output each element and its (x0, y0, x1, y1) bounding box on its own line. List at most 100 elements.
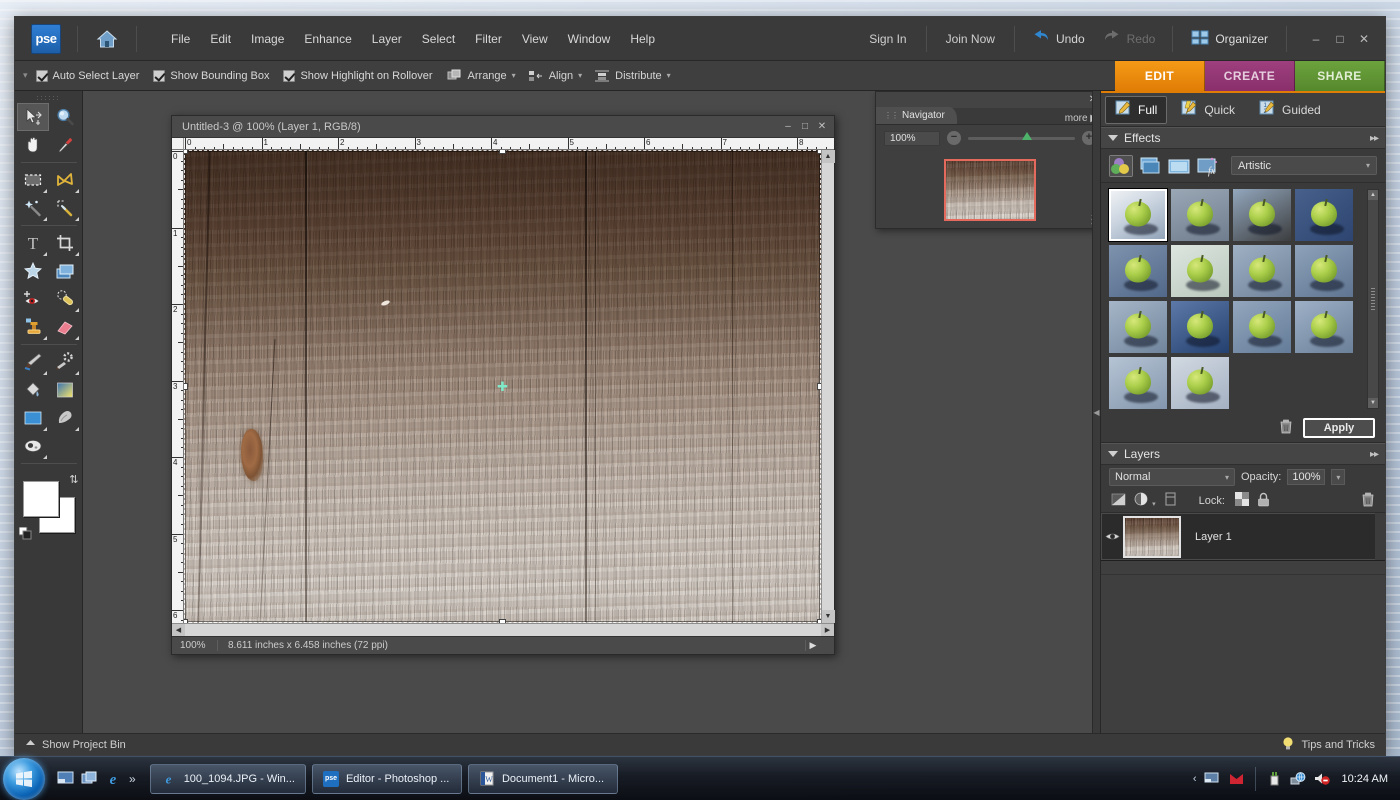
photo-effects-icon[interactable] (1167, 155, 1191, 177)
foreground-color-swatch[interactable] (22, 481, 59, 517)
gradient-tool[interactable] (49, 376, 81, 404)
default-colors-icon[interactable] (18, 526, 32, 543)
effect-thumbnail[interactable] (1171, 245, 1229, 297)
lock-all-icon[interactable] (1257, 492, 1270, 510)
menu-filter[interactable]: Filter (465, 26, 512, 52)
close-icon[interactable]: ✕ (1086, 94, 1092, 106)
smudge-tool[interactable] (49, 404, 81, 432)
effect-thumbnail[interactable] (1171, 301, 1229, 353)
type-tool[interactable]: T (17, 229, 49, 257)
undo-button[interactable]: Undo (1023, 25, 1094, 52)
align-menu[interactable]: Align ▾ (528, 69, 582, 83)
add-layer-mask-icon[interactable] (1111, 493, 1126, 509)
close-button[interactable]: ✕ (1353, 29, 1375, 49)
bbox-handle[interactable] (817, 619, 821, 623)
smart-brush-tool[interactable] (49, 348, 81, 376)
quick-launch-chevron[interactable]: » (129, 772, 136, 786)
fx-icon[interactable]: fx (1196, 155, 1220, 177)
effect-thumbnail[interactable] (1109, 301, 1167, 353)
scrollbar-thumb[interactable] (1371, 288, 1375, 310)
show-desktop-icon[interactable] (55, 769, 75, 789)
taskbar-button-word[interactable]: W Document1 - Micro... (467, 763, 618, 794)
effect-thumbnail[interactable] (1295, 189, 1353, 241)
navigator-more-button[interactable]: more ▶ (1065, 113, 1092, 124)
scroll-down-arrow[interactable]: ▼ (821, 610, 835, 623)
layers-panel-header[interactable]: Layers ▸▸ (1101, 443, 1385, 465)
shape-tool[interactable] (17, 404, 49, 432)
adjustment-layer-icon[interactable]: ▾ (1134, 492, 1156, 509)
edit-mode-quick[interactable]: Quick (1171, 96, 1245, 124)
collapse-triangle-icon[interactable] (1108, 135, 1118, 141)
zoom-tool[interactable] (49, 103, 81, 131)
layer-thumbnail[interactable] (1123, 515, 1181, 558)
status-menu-arrow-icon[interactable]: ▶ (806, 640, 820, 651)
layers-list[interactable]: Layer 1 (1101, 513, 1385, 733)
switch-windows-icon[interactable] (79, 769, 99, 789)
maximize-button[interactable]: □ (1329, 29, 1351, 49)
effect-thumbnail[interactable] (1171, 357, 1229, 409)
blend-mode-select[interactable]: Normal ▾ (1109, 468, 1235, 486)
trash-icon[interactable] (1279, 419, 1293, 437)
taskbar-button-ie[interactable]: e 100_1094.JPG - Win... (149, 763, 306, 794)
swap-colors-icon[interactable]: ⇅ (69, 473, 78, 486)
menu-file[interactable]: File (161, 26, 200, 52)
taskbar-clock[interactable]: 10:24 AM (1342, 773, 1388, 785)
sign-in-link[interactable]: Sign In (858, 26, 917, 52)
effect-thumbnail[interactable] (1109, 245, 1167, 297)
options-grip[interactable]: ▾ (21, 70, 36, 81)
navigator-zoom-input[interactable]: 100% (884, 130, 940, 146)
edit-mode-full[interactable]: Full (1105, 95, 1168, 124)
network-monitor-icon[interactable] (1204, 770, 1221, 787)
menu-view[interactable]: View (512, 26, 558, 52)
navigator-palette[interactable]: ✕ ⋮⋮ Navigator more ▶ 100% − + (875, 91, 1092, 229)
canvas-vertical-scrollbar[interactable]: ▲ ▼ (821, 150, 835, 623)
double-chevron-icon[interactable]: ▸▸ (1370, 133, 1379, 144)
show-project-bin-button[interactable]: Show Project Bin (25, 739, 126, 751)
vertical-ruler[interactable]: 0 1 2 3 4 5 6 (172, 150, 184, 623)
auto-select-layer-checkbox[interactable]: Auto Select Layer (35, 69, 139, 82)
move-tool[interactable] (16, 103, 49, 131)
sponge-tool[interactable] (17, 432, 49, 460)
table-row[interactable]: Layer 1 (1101, 513, 1385, 561)
effect-thumbnail[interactable] (1233, 301, 1291, 353)
new-layer-icon[interactable] (1164, 492, 1177, 509)
effects-panel-header[interactable]: Effects ▸▸ (1101, 127, 1385, 149)
opacity-dropdown-arrow[interactable]: ▾ (1331, 469, 1346, 485)
canvas-horizontal-scrollbar[interactable]: ◀ ▶ (172, 623, 834, 637)
effect-thumbnail[interactable] (1295, 301, 1353, 353)
organizer-button[interactable]: Organizer (1181, 25, 1278, 53)
crop-tool[interactable] (49, 229, 81, 257)
volume-muted-icon[interactable] (1314, 770, 1331, 787)
windows-orb-icon[interactable] (3, 757, 45, 800)
taskbar-button-photoshop[interactable]: pse Editor - Photoshop ... (311, 763, 462, 794)
canvas-workspace[interactable]: Untitled-3 @ 100% (Layer 1, RGB/8) – □ ✕… (83, 91, 1092, 733)
healing-brush-tool[interactable] (49, 285, 81, 313)
document-title-bar[interactable]: Untitled-3 @ 100% (Layer 1, RGB/8) – □ ✕ (172, 116, 834, 138)
distribute-menu[interactable]: Distribute ▾ (594, 69, 671, 83)
bbox-handle[interactable] (184, 382, 188, 390)
edit-mode-guided[interactable]: 1 2 Guided (1249, 96, 1331, 124)
navigator-resize-grip[interactable] (1091, 215, 1092, 225)
eyedropper-tool[interactable] (49, 131, 81, 159)
opacity-input[interactable]: 100% (1287, 469, 1326, 485)
redo-button[interactable]: Redo (1094, 25, 1165, 52)
scroll-left-arrow[interactable]: ◀ (172, 623, 185, 637)
tab-navigator[interactable]: ⋮⋮ Navigator (876, 107, 957, 124)
image-canvas[interactable]: ✚ (184, 150, 821, 623)
tips-and-tricks-button[interactable]: Tips and Tricks (1282, 736, 1375, 754)
effects-scrollbar[interactable]: ▲ ▼ (1367, 189, 1379, 409)
menu-edit[interactable]: Edit (200, 26, 241, 52)
magic-wand-tool[interactable] (17, 194, 49, 222)
document-close-button[interactable]: ✕ (814, 120, 830, 134)
bbox-handle[interactable] (498, 619, 506, 623)
menu-select[interactable]: Select (412, 26, 465, 52)
zoom-out-icon[interactable]: − (947, 131, 961, 145)
minimize-button[interactable]: – (1305, 29, 1327, 49)
marquee-tool[interactable] (17, 166, 49, 194)
effects-category-select[interactable]: Artistic ▾ (1231, 156, 1377, 175)
show-bounding-box-checkbox[interactable]: Show Bounding Box (153, 69, 269, 82)
red-eye-removal-tool[interactable] (17, 285, 49, 313)
apply-button[interactable]: Apply (1303, 417, 1375, 438)
scroll-right-arrow[interactable]: ▶ (821, 623, 834, 637)
layer-visibility-toggle[interactable] (1101, 531, 1123, 542)
